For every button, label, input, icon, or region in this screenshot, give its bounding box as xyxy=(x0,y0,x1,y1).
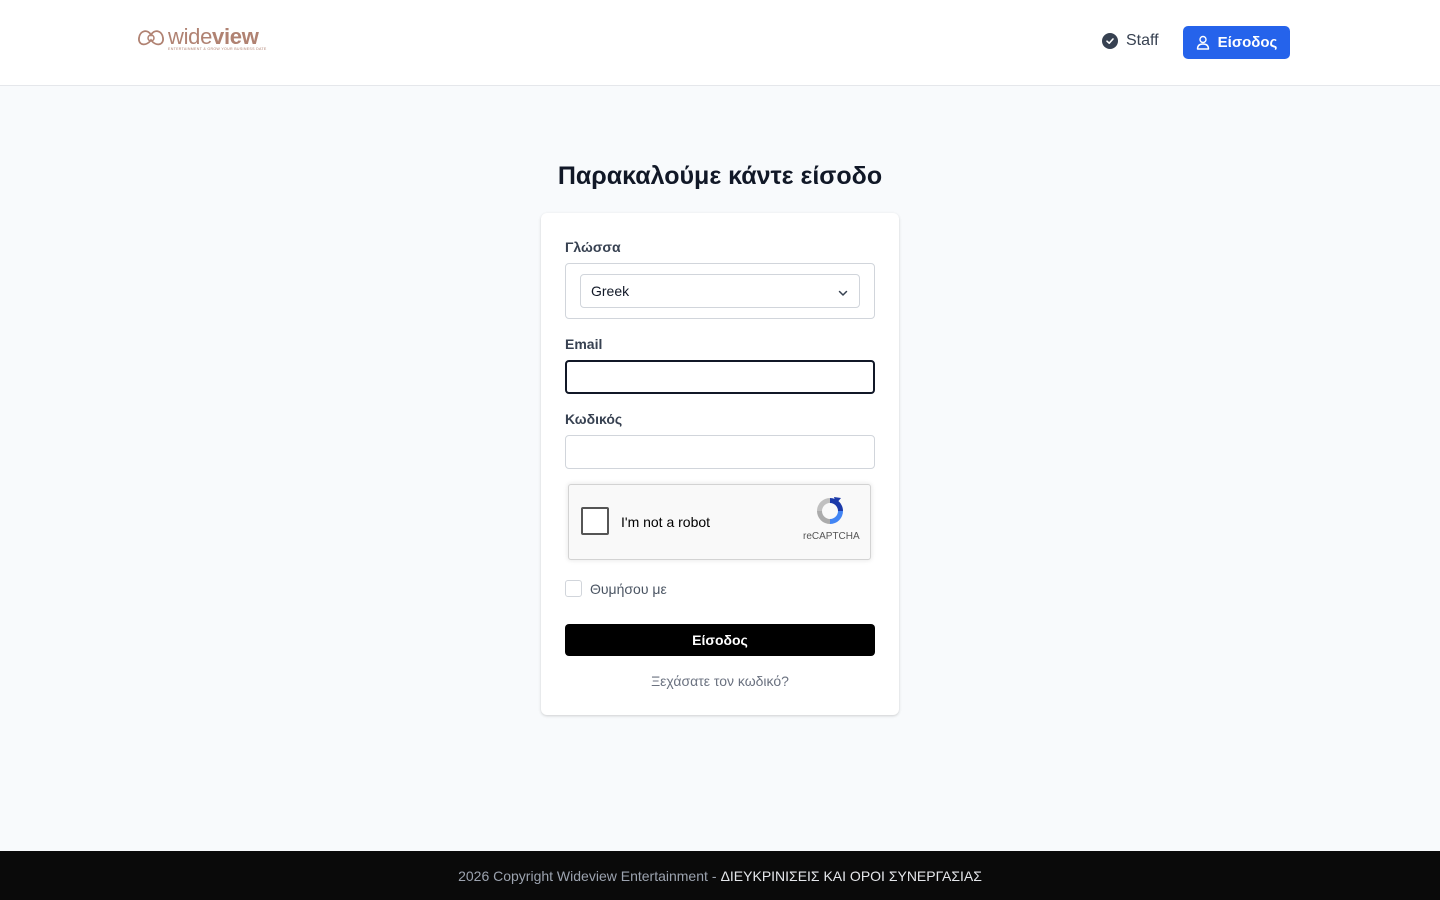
logo-wordmark: wideview xyxy=(168,26,267,48)
email-field[interactable] xyxy=(565,360,875,394)
wideview-logo[interactable]: wideview ENTERTAINMENT & GROW YOUR BUSIN… xyxy=(137,26,267,52)
check-circle-icon xyxy=(1102,33,1118,49)
page-footer: 2026 Copyright Wideview Entertainment - … xyxy=(0,851,1440,900)
language-select[interactable]: Greek xyxy=(580,274,860,308)
password-label: Κωδικός xyxy=(565,411,623,427)
logo-tagline: ENTERTAINMENT & GROW YOUR BUSINESS DATE xyxy=(168,47,267,51)
recaptcha-label: I'm not a robot xyxy=(621,514,711,530)
password-field[interactable] xyxy=(565,435,875,469)
chevron-down-icon xyxy=(837,286,849,302)
remember-me-box[interactable] xyxy=(565,580,582,597)
login-submit-button[interactable]: Είσοδος xyxy=(565,624,875,656)
staff-link[interactable]: Staff xyxy=(1102,32,1159,50)
recaptcha-brand: reCAPTCHA xyxy=(803,531,860,542)
page-title: Παρακαλούμε κάντε είσοδο xyxy=(557,162,883,190)
footer-terms-link[interactable]: ΔΙΕΥΚΡΙΝΙΣΕΙΣ ΚΑΙ ΟΡΟΙ ΣΥΝΕΡΓΑΣΙΑΣ xyxy=(721,868,982,884)
recaptcha-checkbox[interactable] xyxy=(581,507,609,535)
recaptcha-widget: I'm not a robot reCAPTCHA xyxy=(568,484,871,560)
email-label: Email xyxy=(565,336,603,352)
header-login-button[interactable]: Είσοδος xyxy=(1183,26,1290,59)
footer-separator: - xyxy=(711,867,717,884)
footer-copyright: 2026 Copyright Wideview Entertainment xyxy=(458,867,708,884)
logo-word-bold: view xyxy=(212,24,259,49)
language-label: Γλώσσα xyxy=(565,239,621,255)
top-navigation-bar: wideview ENTERTAINMENT & GROW YOUR BUSIN… xyxy=(0,0,1440,86)
login-card: Γλώσσα Greek Email Κωδικός I'm not a rob… xyxy=(541,213,899,715)
wideview-logo-mark-icon xyxy=(138,30,164,46)
language-box: Greek xyxy=(565,263,875,319)
staff-link-label: Staff xyxy=(1126,32,1159,49)
logo-word-light: wide xyxy=(168,24,213,49)
header-login-label: Είσοδος xyxy=(1217,34,1278,51)
language-selected-value: Greek xyxy=(591,283,630,299)
remember-me-label: Θυμήσου με xyxy=(590,580,667,597)
forgot-password-link[interactable]: Ξεχάσατε τον κωδικό? xyxy=(541,673,899,689)
user-icon xyxy=(1196,35,1210,50)
recaptcha-icon xyxy=(817,497,843,524)
remember-me-checkbox[interactable]: Θυμήσου με xyxy=(565,580,667,597)
